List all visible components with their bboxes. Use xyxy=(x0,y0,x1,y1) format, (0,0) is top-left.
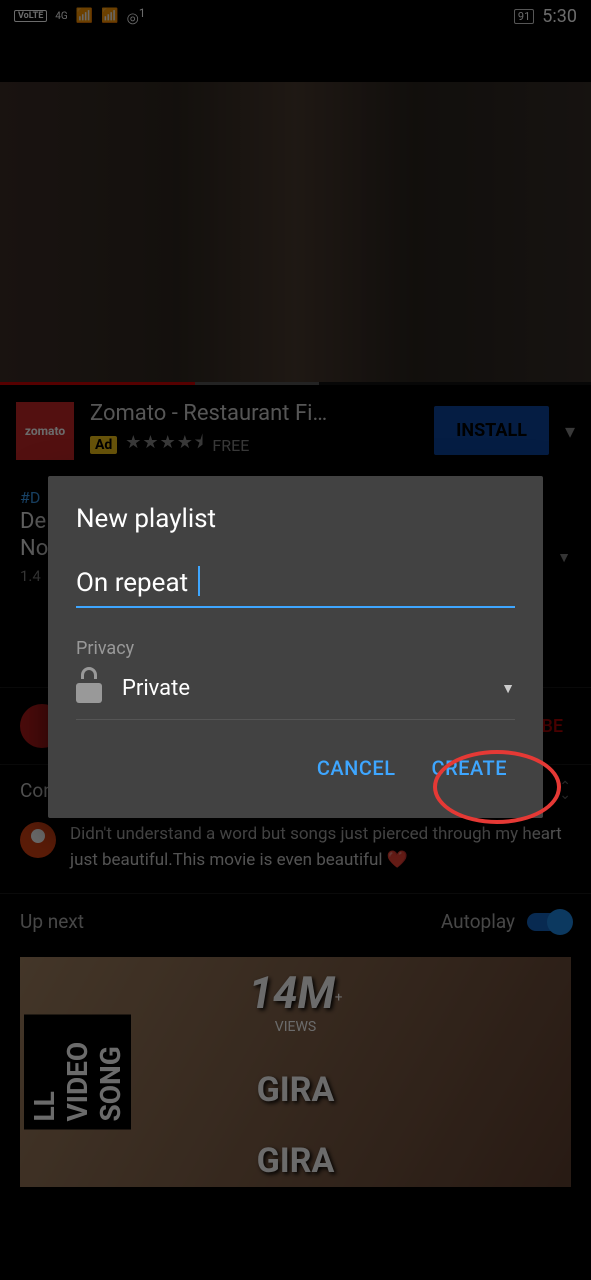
dropdown-arrow-icon: ▼ xyxy=(501,680,515,697)
playlist-name-input[interactable] xyxy=(76,564,515,606)
cancel-button[interactable]: CANCEL xyxy=(309,746,404,790)
dialog-title: New playlist xyxy=(76,504,515,534)
privacy-selector[interactable]: Private ▼ xyxy=(76,673,515,720)
new-playlist-dialog: New playlist Privacy Private ▼ CANCEL CR… xyxy=(48,476,543,818)
privacy-label: Privacy xyxy=(76,638,515,659)
privacy-value: Private xyxy=(122,676,481,701)
dialog-actions: CANCEL CREATE xyxy=(76,746,515,790)
create-button[interactable]: CREATE xyxy=(424,746,515,790)
text-caret xyxy=(198,566,200,596)
playlist-name-field[interactable] xyxy=(76,564,515,608)
lock-icon xyxy=(76,673,102,703)
